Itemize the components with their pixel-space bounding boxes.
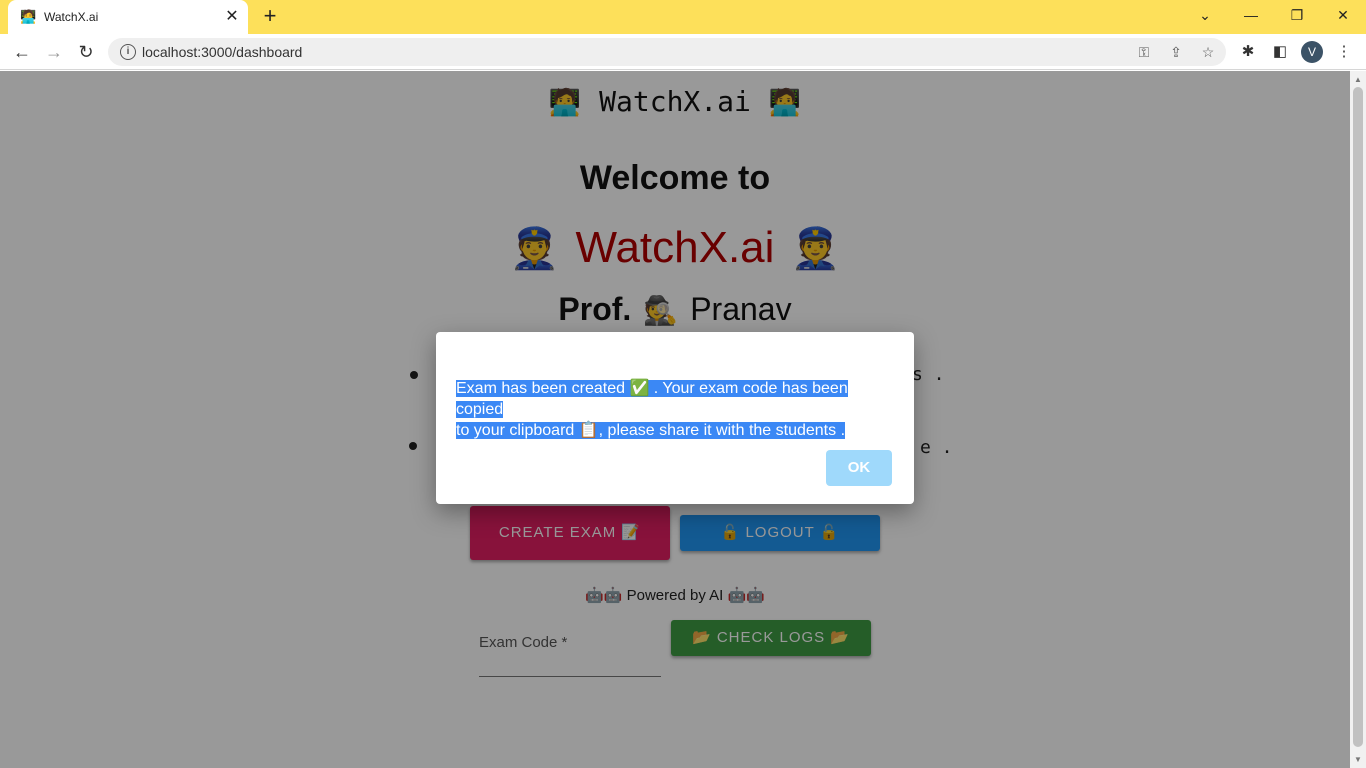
scrollbar-thumb[interactable]	[1353, 87, 1363, 747]
restore-icon[interactable]: ❐	[1282, 4, 1312, 26]
alert-dialog: Exam has been created ✅ . Your exam code…	[436, 332, 914, 504]
dialog-message-line-2: to your clipboard 📋, please share it wit…	[456, 422, 846, 439]
browser-toolbar: ← → ↻ i localhost:3000/dashboard ⚿ ⇪ ☆ ✱…	[0, 34, 1366, 70]
browser-tab[interactable]: 🧑‍💻 WatchX.ai ✕	[8, 0, 248, 34]
bookmark-star-icon[interactable]: ☆	[1198, 42, 1218, 62]
tab-strip: 🧑‍💻 WatchX.ai ✕ + ⌄ — ❐ ✕	[0, 0, 1366, 34]
url-text[interactable]: localhost:3000/dashboard	[142, 44, 302, 60]
tab-title: WatchX.ai	[44, 10, 99, 24]
back-icon[interactable]: ←	[10, 40, 34, 64]
dialog-message-line-1: Exam has been created ✅ . Your exam code…	[456, 380, 848, 418]
ok-button[interactable]: OK	[826, 450, 892, 486]
dialog-message[interactable]: Exam has been created ✅ . Your exam code…	[456, 378, 896, 441]
menu-kebab-icon[interactable]: ⋮	[1332, 40, 1356, 64]
tab-favicon-icon: 🧑‍💻	[20, 9, 37, 24]
scroll-up-icon[interactable]: ▲	[1354, 75, 1362, 84]
new-tab-icon[interactable]: +	[258, 5, 282, 29]
site-info-icon[interactable]: i	[120, 44, 136, 60]
tab-close-icon[interactable]: ✕	[222, 7, 242, 27]
page-viewport: 🧑‍💻 WatchX.ai 🧑‍💻 Welcome to 👮 WatchX.ai 👮 P…	[0, 71, 1350, 768]
key-icon[interactable]: ⚿	[1134, 42, 1154, 62]
share-icon[interactable]: ⇪	[1166, 42, 1186, 62]
close-window-icon[interactable]: ✕	[1328, 4, 1358, 26]
minimize-icon[interactable]: —	[1236, 4, 1266, 26]
extensions-icon[interactable]: ✱	[1236, 40, 1260, 64]
profile-avatar[interactable]: V	[1301, 41, 1323, 63]
reload-icon[interactable]: ↻	[74, 40, 98, 64]
address-bar[interactable]: i localhost:3000/dashboard ⚿ ⇪ ☆	[108, 38, 1226, 66]
page-scrollbar[interactable]: ▲ ▼	[1350, 71, 1366, 768]
tab-search-chevron-icon[interactable]: ⌄	[1190, 4, 1220, 26]
side-panel-icon[interactable]: ◧	[1268, 40, 1292, 64]
scroll-down-icon[interactable]: ▼	[1354, 755, 1362, 764]
forward-icon[interactable]: →	[42, 40, 66, 64]
